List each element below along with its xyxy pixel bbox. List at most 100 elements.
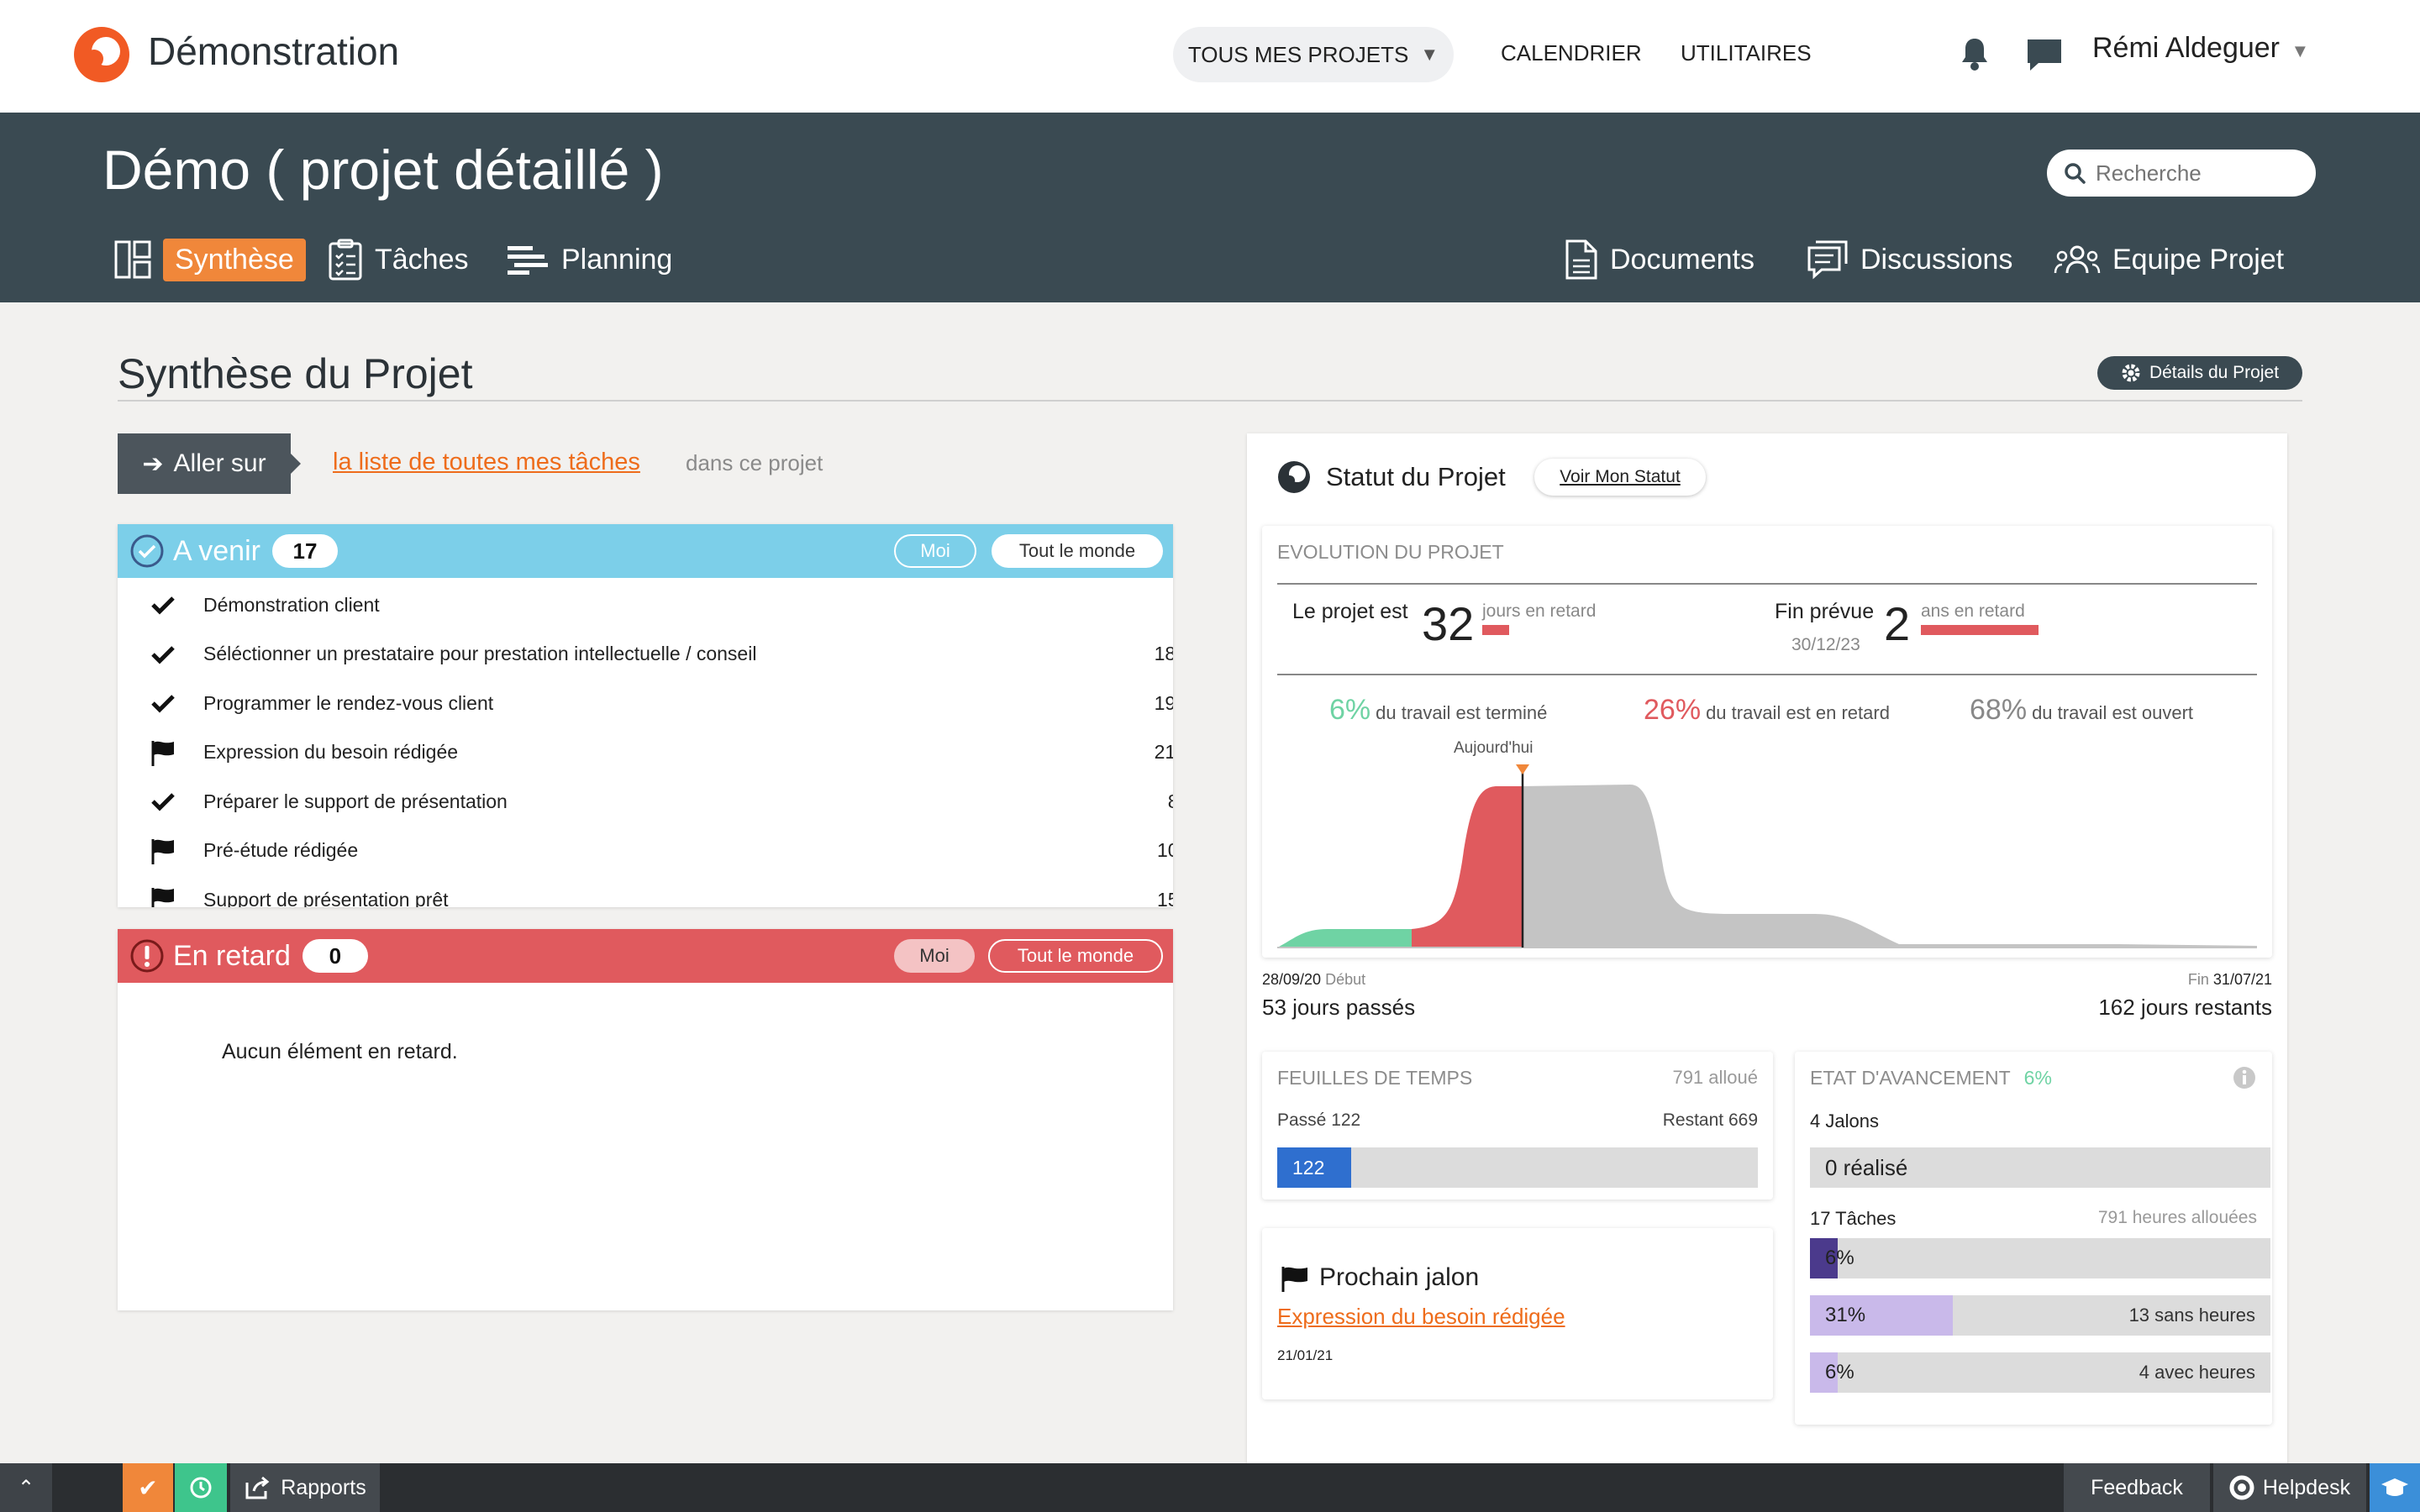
task-progress-pct: 6% — [1825, 1361, 1854, 1383]
task-label: Démonstration client — [203, 593, 380, 616]
goto-button[interactable]: ➔ Aller sur — [118, 433, 301, 494]
user-menu[interactable]: Rémi Aldeguer ▼ — [2092, 32, 2309, 65]
late-days-value: 32 — [1422, 597, 1475, 650]
late-days-label: jours en retard — [1482, 601, 1597, 621]
search-box[interactable] — [2047, 150, 2316, 197]
next-milestone-link[interactable]: Expression du besoin rédigée — [1277, 1304, 1565, 1330]
task-row[interactable]: Séléctionner un prestataire pour prestat… — [148, 631, 1173, 678]
task-progress-count: 4 avec heures — [2139, 1362, 2255, 1383]
task-row[interactable]: Programmer le rendez-vous client 19 janv.… — [148, 680, 1173, 727]
dashboard-icon — [114, 240, 151, 279]
projects-menu[interactable]: TOUS MES PROJETS ▼ — [1173, 27, 1454, 82]
task-date: 8 févr. 2021 — [1168, 790, 1173, 813]
tab-label: Documents — [1610, 243, 1754, 276]
milestones-bar-label: 0 réalisé — [1825, 1154, 1908, 1180]
search-input[interactable] — [2096, 160, 2297, 186]
filter-me-button[interactable]: Moi — [894, 534, 976, 568]
task-date: 18 janv. 2021 — [1154, 643, 1173, 664]
check-circle-icon — [130, 534, 164, 568]
flag-icon — [148, 837, 178, 864]
project-details-label: Détails du Projet — [2149, 363, 2280, 382]
late-years-bar — [1921, 625, 2039, 635]
project-title: Démo ( projet détaillé ) — [103, 139, 664, 201]
app-name[interactable]: Démonstration — [148, 29, 399, 74]
tab-label: Synthèse — [163, 238, 306, 281]
task-progress-bar: 6% 4 avec heures — [1810, 1352, 2270, 1393]
divider — [1277, 674, 2257, 675]
collapse-button[interactable]: ⌃ — [0, 1463, 52, 1512]
task-date: 21 janv. 2021 — [1154, 741, 1173, 763]
progress-header: ETAT D'AVANCEMENT 6% — [1810, 1067, 2052, 1089]
tab-taches[interactable]: Tâches — [328, 237, 469, 282]
education-button[interactable] — [2370, 1463, 2420, 1512]
task-date: 19 janv. 2021 — [1154, 691, 1173, 714]
timesheets-bar-value: 122 — [1292, 1156, 1325, 1179]
flag-icon — [148, 886, 178, 907]
task-progress-pct: 6% — [1825, 1247, 1854, 1269]
start-label: Début — [1325, 971, 1366, 988]
all-my-tasks-link[interactable]: la liste de toutes mes tâches — [333, 449, 640, 476]
tab-label: Planning — [561, 243, 673, 276]
flag-icon — [1281, 1267, 1307, 1292]
project-details-button[interactable]: Détails du Projet — [2097, 356, 2302, 390]
user-name: Rémi Aldeguer — [2092, 32, 2281, 64]
upcoming-count-badge: 17 — [271, 534, 338, 568]
bottom-toolbar: ⌃ ✔ Rapports Feedback Helpdesk — [0, 1463, 2420, 1512]
feedback-button[interactable]: Feedback — [2064, 1463, 2210, 1512]
tasks-quick-button[interactable]: ✔ — [123, 1463, 173, 1512]
logo-icon[interactable] — [72, 25, 131, 84]
flag-icon — [148, 739, 178, 766]
task-row[interactable]: Démonstration client31 déc. — [148, 581, 1173, 628]
nav-link-utilitaires[interactable]: UTILITAIRES — [1681, 40, 1812, 66]
tab-label: Discussions — [1860, 243, 2013, 276]
task-date: 15 févr. 2021 — [1157, 888, 1173, 908]
filter-everyone-button[interactable]: Tout le monde — [992, 534, 1163, 568]
chart-area-late — [1412, 786, 1523, 948]
next-milestone-card: Prochain jalon Expression du besoin rédi… — [1262, 1228, 1773, 1399]
late-panel: En retard 0 Moi Tout le monde Aucun élém… — [118, 929, 1173, 1310]
document-icon — [1565, 239, 1597, 280]
task-row[interactable]: Support de présentation prêt 15 févr. 202… — [148, 876, 1173, 907]
tab-synthese[interactable]: Synthèse — [114, 237, 306, 282]
helpdesk-button[interactable]: Helpdesk — [2213, 1463, 2366, 1512]
status-title: Statut du Projet — [1326, 462, 1506, 491]
task-row[interactable]: Expression du besoin rédigée 21 janv. 202… — [148, 729, 1173, 776]
chart-area-done — [1277, 929, 1412, 948]
bell-icon[interactable] — [1960, 37, 1990, 72]
task-row[interactable]: Pré-étude rédigée 10 févr. 2021 — [148, 827, 1173, 874]
start-date: 28/09/20 — [1262, 971, 1322, 988]
next-milestone-date: 21/01/21 — [1277, 1347, 1334, 1363]
tab-documents[interactable]: Documents — [1565, 237, 1754, 282]
end-date: 31/07/21 — [2212, 971, 2272, 988]
view-my-status-button[interactable]: Voir Mon Statut — [1534, 459, 1706, 496]
pct-late-stat: 26% du travail est en retard — [1644, 694, 1890, 727]
pct-done-label: du travail est terminé — [1376, 702, 1548, 723]
nav-link-calendrier[interactable]: CALENDRIER — [1501, 40, 1642, 66]
end-date-row: Fin 31/07/21 — [2188, 971, 2272, 989]
check-icon: ✔ — [138, 1474, 158, 1501]
tab-equipe-projet[interactable]: Equipe Projet — [2054, 237, 2284, 282]
info-icon[interactable] — [2232, 1065, 2257, 1090]
progress-card: ETAT D'AVANCEMENT 6% 4 Jalons 0 réalisé … — [1795, 1052, 2272, 1425]
days-left: 162 jours restants — [2098, 995, 2272, 1020]
filter-me-button[interactable]: Moi — [894, 939, 975, 973]
progress-pct: 6% — [2023, 1067, 2052, 1089]
messages-icon[interactable] — [2025, 37, 2064, 74]
goto-suffix: dans ce projet — [686, 450, 823, 475]
lifebuoy-icon — [2229, 1475, 2254, 1500]
timesheets-label: FEUILLES DE TEMPS — [1277, 1067, 1473, 1089]
progress-label: ETAT D'AVANCEMENT — [1810, 1067, 2011, 1089]
next-milestone-title: Prochain jalon — [1319, 1263, 1480, 1291]
timer-button[interactable] — [175, 1463, 227, 1512]
filter-everyone-button[interactable]: Tout le monde — [988, 939, 1163, 973]
reports-button[interactable]: Rapports — [230, 1463, 380, 1512]
page-title: Synthèse du Projet — [118, 350, 473, 397]
evolution-card: EVOLUTION DU PROJET Le projet est 32 jou… — [1262, 526, 2272, 958]
upcoming-panel: A venir 17 Moi Tout le monde Démonstrati… — [118, 524, 1173, 907]
clock-icon — [190, 1477, 212, 1499]
tab-planning[interactable]: Planning — [506, 237, 672, 282]
tab-discussions[interactable]: Discussions — [1807, 237, 2012, 282]
chevron-up-icon: ⌃ — [17, 1476, 35, 1499]
late-years-label: ans en retard — [1921, 601, 2025, 621]
task-row[interactable]: Préparer le support de présentation 8 fév… — [148, 778, 1173, 825]
